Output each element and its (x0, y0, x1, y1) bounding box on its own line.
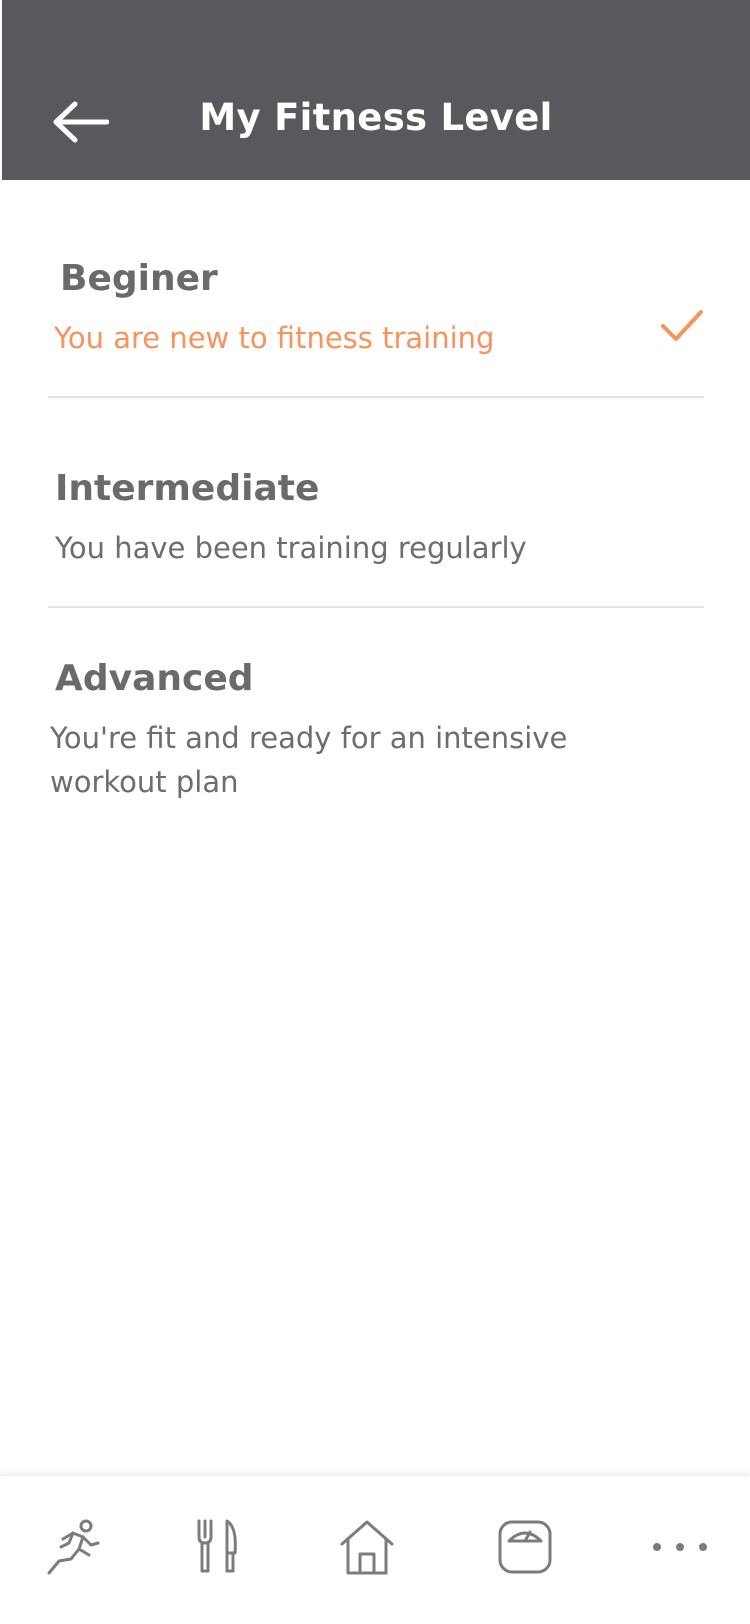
fork-knife-icon (197, 1519, 237, 1573)
page-title: My Fitness Level (199, 96, 553, 139)
nav-more-tab[interactable] (645, 1512, 715, 1582)
level-name: Beginer (60, 258, 218, 299)
divider (48, 396, 704, 398)
bottom-navigation (0, 1476, 750, 1624)
level-option-advanced[interactable]: Advanced You're fit and ready for an int… (48, 658, 704, 818)
checkmark-icon (661, 310, 703, 341)
running-icon (47, 1519, 100, 1575)
level-option-intermediate[interactable]: Intermediate You have been training regu… (48, 468, 704, 578)
nav-workout-tab[interactable] (38, 1512, 108, 1582)
scale-icon (498, 1520, 552, 1574)
level-description: You are new to fitness training (54, 321, 495, 355)
home-icon (340, 1520, 394, 1575)
level-name: Intermediate (55, 468, 320, 509)
divider (48, 606, 704, 608)
more-icon (653, 1543, 707, 1551)
level-option-beginner[interactable]: Beginer You are new to fitness training (48, 258, 704, 368)
nav-home-tab[interactable] (332, 1512, 402, 1582)
level-description: You have been training regularly (55, 531, 527, 565)
header: My Fitness Level (0, 0, 750, 180)
nav-nutrition-tab[interactable] (183, 1512, 253, 1582)
nav-weight-tab[interactable] (490, 1512, 560, 1582)
level-name: Advanced (55, 658, 254, 699)
level-description: You're fit and ready for an intensive wo… (50, 721, 568, 799)
